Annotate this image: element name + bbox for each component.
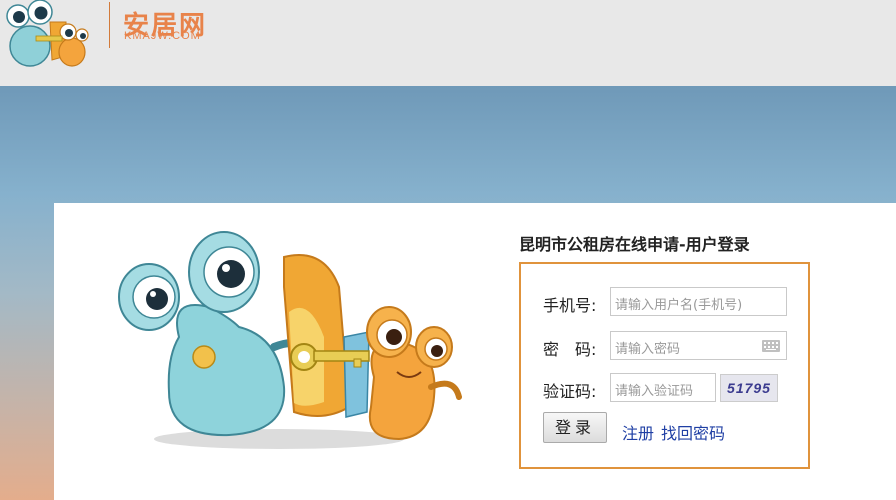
password-placeholder: 请输入密码	[615, 342, 681, 357]
keyboard-icon[interactable]	[762, 340, 780, 352]
logo-domain: KMAJW.COM	[124, 30, 201, 42]
phone-input[interactable]: 请输入用户名(手机号)	[610, 287, 787, 316]
login-card: 昆明市公租房在线申请-用户登录 手机号: 请输入用户名(手机号) 密 码: 请输…	[54, 203, 896, 500]
phone-label: 手机号:	[543, 296, 597, 315]
mascot-illustration	[118, 231, 462, 449]
captcha-label: 验证码:	[543, 382, 597, 401]
password-input[interactable]: 请输入密码	[610, 331, 787, 360]
site-header: 安居网 KMAJW.COM	[0, 0, 896, 86]
mascot-logo-icon	[6, 0, 89, 67]
password-label: 密 码:	[543, 340, 597, 359]
captcha-input[interactable]: 请输入验证码	[610, 373, 716, 402]
login-form: 手机号: 请输入用户名(手机号) 密 码: 请输入密码 验证码: 请输入验证码 …	[519, 262, 810, 469]
logo-divider	[109, 2, 110, 48]
forgot-password-link[interactable]: 找回密码	[661, 420, 725, 444]
login-title: 昆明市公租房在线申请-用户登录	[519, 235, 750, 254]
captcha-image[interactable]: 51795	[720, 374, 778, 402]
login-button[interactable]: 登录	[543, 412, 607, 443]
register-link[interactable]: 注册	[622, 420, 654, 444]
